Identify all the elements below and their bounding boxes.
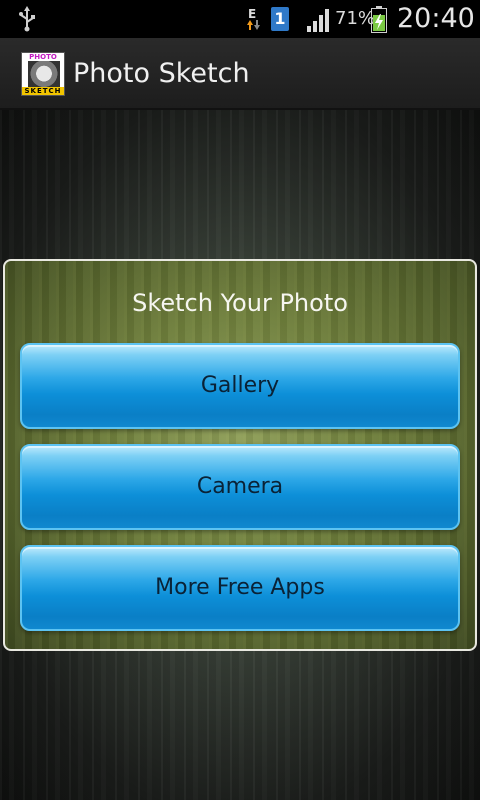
- battery-percent: 71%: [335, 8, 376, 29]
- app-title: Photo Sketch: [73, 58, 250, 89]
- camera-button[interactable]: Camera: [20, 444, 460, 530]
- more-free-apps-button[interactable]: More Free Apps: [20, 545, 460, 631]
- action-bar: PHOTO SKETCH Photo Sketch: [0, 38, 480, 110]
- app-logo-top-text: PHOTO: [29, 53, 57, 61]
- usb-icon: [19, 6, 35, 32]
- network-type-label: E: [248, 7, 256, 21]
- status-clock: 20:40: [397, 3, 475, 34]
- app-logo-icon[interactable]: PHOTO SKETCH: [21, 52, 65, 96]
- battery-charging-icon: [371, 6, 387, 33]
- action-panel: Sketch Your Photo Gallery Camera More Fr…: [3, 259, 477, 651]
- signal-icon: [307, 9, 329, 32]
- app-logo-bottom-text: SKETCH: [22, 87, 64, 95]
- network-data-icon: E: [247, 7, 260, 30]
- app-logo-image: [28, 61, 60, 89]
- notification-count: 1: [274, 9, 286, 28]
- status-bar: E 1 71% 20:40: [0, 0, 480, 38]
- panel-heading: Sketch Your Photo: [132, 289, 348, 317]
- gallery-button[interactable]: Gallery: [20, 343, 460, 429]
- notification-icon: 1: [271, 7, 289, 31]
